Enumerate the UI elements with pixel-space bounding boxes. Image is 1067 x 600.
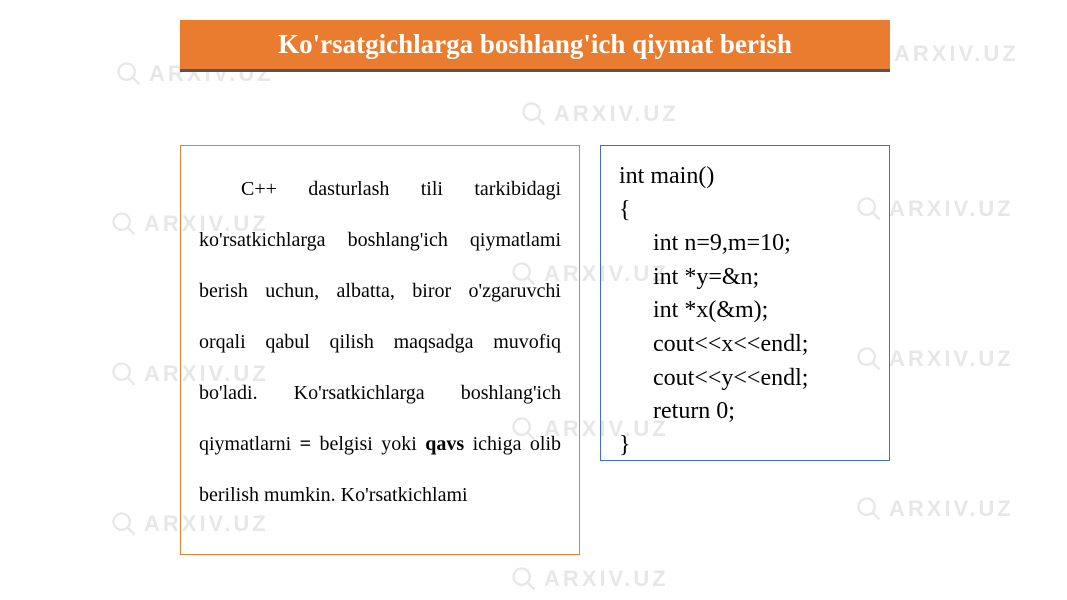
watermark-text: ARXIV.UZ: [889, 496, 1014, 522]
description-paragraph: C++ dasturlash tili tarkibidagi ko'rsatk…: [199, 164, 561, 521]
code-line: cout<<y<<endl;: [619, 362, 871, 396]
code-line: int main(): [619, 160, 871, 194]
code-line: int *y=&n;: [619, 261, 871, 295]
code-line: int *x(&m);: [619, 294, 871, 328]
watermark-text: ARXIV.UZ: [889, 196, 1014, 222]
watermark: ARXIV.UZ: [510, 565, 669, 593]
para-bold-qavs: qavs: [425, 433, 464, 455]
watermark-text: ARXIV.UZ: [554, 101, 679, 127]
watermark-text: ARXIV.UZ: [889, 346, 1014, 372]
para-bold-equals: =: [300, 433, 311, 455]
page-title: Ko'rsatgichlarga boshlang'ich qiymat ber…: [278, 29, 792, 60]
watermark: ARXIV.UZ: [520, 100, 679, 128]
code-line: return 0;: [619, 395, 871, 429]
watermark: ARXIV.UZ: [855, 495, 1014, 523]
code-line: int n=9,m=10;: [619, 227, 871, 261]
para-text: C++ dasturlash tili tarkibidagi ko'rsatk…: [199, 178, 561, 455]
code-box: int main() { int n=9,m=10; int *y=&n; in…: [600, 145, 890, 461]
watermark-text: ARXIV.UZ: [544, 566, 669, 592]
code-line: {: [619, 194, 871, 228]
para-text: belgisi yoki: [311, 433, 425, 455]
description-box: C++ dasturlash tili tarkibidagi ko'rsatk…: [180, 145, 580, 555]
watermark-text: ARXIV.UZ: [894, 41, 1019, 67]
header-banner: Ko'rsatgichlarga boshlang'ich qiymat ber…: [180, 20, 890, 72]
code-line: }: [619, 429, 871, 463]
code-line: cout<<x<<endl;: [619, 328, 871, 362]
